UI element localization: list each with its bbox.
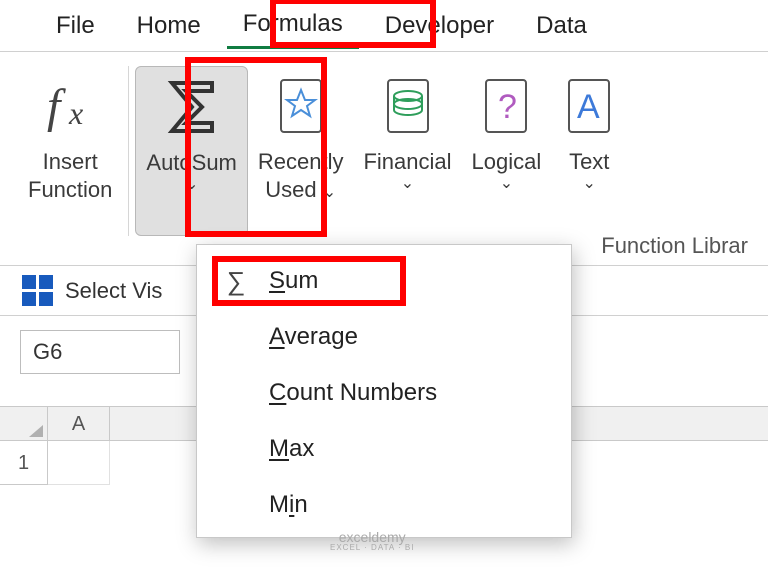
financial-icon: [380, 70, 436, 142]
svg-text:A: A: [577, 88, 600, 126]
chevron-down-icon: ⌄: [363, 174, 451, 194]
row-header-1[interactable]: 1: [0, 441, 48, 485]
tab-developer[interactable]: Developer: [369, 4, 510, 48]
letter-a-icon: A: [561, 70, 617, 142]
autosum-dropdown: ∑ Sum Average Count Numbers Max Min: [196, 244, 572, 538]
question-icon: ?: [478, 70, 534, 142]
text-button[interactable]: A Text ⌄: [551, 66, 627, 236]
logical-label: Logical: [472, 148, 542, 176]
text-label: Text: [569, 148, 609, 176]
chevron-down-icon: ⌄: [569, 174, 609, 194]
select-visible-cells-icon[interactable]: [22, 275, 53, 306]
financial-label: Financial: [363, 148, 451, 176]
financial-button[interactable]: Financial ⌄: [353, 66, 461, 236]
sigma-icon: [162, 71, 222, 143]
ribbon-tabs: File Home Formulas Developer Data: [0, 0, 768, 52]
max-rest: ax: [289, 435, 314, 462]
tab-data[interactable]: Data: [520, 4, 603, 48]
star-icon: [273, 70, 329, 142]
select-all-corner[interactable]: [0, 407, 48, 440]
svg-text:f: f: [47, 80, 66, 133]
fx-icon: f x: [35, 70, 105, 142]
ribbon-formulas: f x Insert Function AutoSum ⌄ Re: [0, 52, 768, 266]
insert-function-label-1: Insert: [28, 148, 112, 176]
logical-button[interactable]: ? Logical ⌄: [462, 66, 552, 236]
menu-item-count[interactable]: Count Numbers: [197, 365, 571, 421]
insert-function-button[interactable]: f x Insert Function: [18, 66, 122, 236]
recently-label-1: Recently: [258, 148, 344, 176]
exceldemy-watermark: exceldemy EXCEL · DATA · BI: [330, 530, 414, 552]
sigma-small-icon: ∑: [221, 266, 251, 297]
svg-text:x: x: [68, 95, 83, 131]
sum-rest: um: [285, 267, 318, 294]
insert-function-label-2: Function: [28, 176, 112, 204]
chevron-down-icon: ⌄: [323, 184, 336, 201]
ribbon-separator: [128, 66, 129, 236]
select-visible-label[interactable]: Select Vis: [65, 278, 162, 304]
menu-item-sum[interactable]: ∑ Sum: [197, 253, 571, 309]
count-rest: ount Numbers: [286, 379, 437, 406]
chevron-down-icon: ⌄: [472, 174, 542, 194]
name-box[interactable]: G6: [20, 330, 180, 374]
avg-rest: verage: [285, 323, 358, 350]
tab-file[interactable]: File: [40, 4, 111, 48]
menu-item-min[interactable]: Min: [197, 477, 571, 533]
autosum-label: AutoSum: [146, 149, 237, 177]
autosum-button[interactable]: AutoSum ⌄: [135, 66, 248, 236]
cell-a1[interactable]: [48, 441, 110, 485]
tab-formulas[interactable]: Formulas: [227, 2, 359, 49]
function-library-group-label: Function Librar: [601, 233, 748, 259]
menu-item-average[interactable]: Average: [197, 309, 571, 365]
recently-used-button[interactable]: Recently Used ⌄: [248, 66, 354, 236]
chevron-down-icon: ⌄: [146, 175, 237, 195]
svg-text:?: ?: [498, 88, 517, 126]
tab-home[interactable]: Home: [121, 4, 217, 48]
column-header-a[interactable]: A: [48, 407, 110, 440]
min-rest: n: [294, 491, 307, 518]
recently-label-2: Used: [265, 177, 316, 202]
menu-item-max[interactable]: Max: [197, 421, 571, 477]
